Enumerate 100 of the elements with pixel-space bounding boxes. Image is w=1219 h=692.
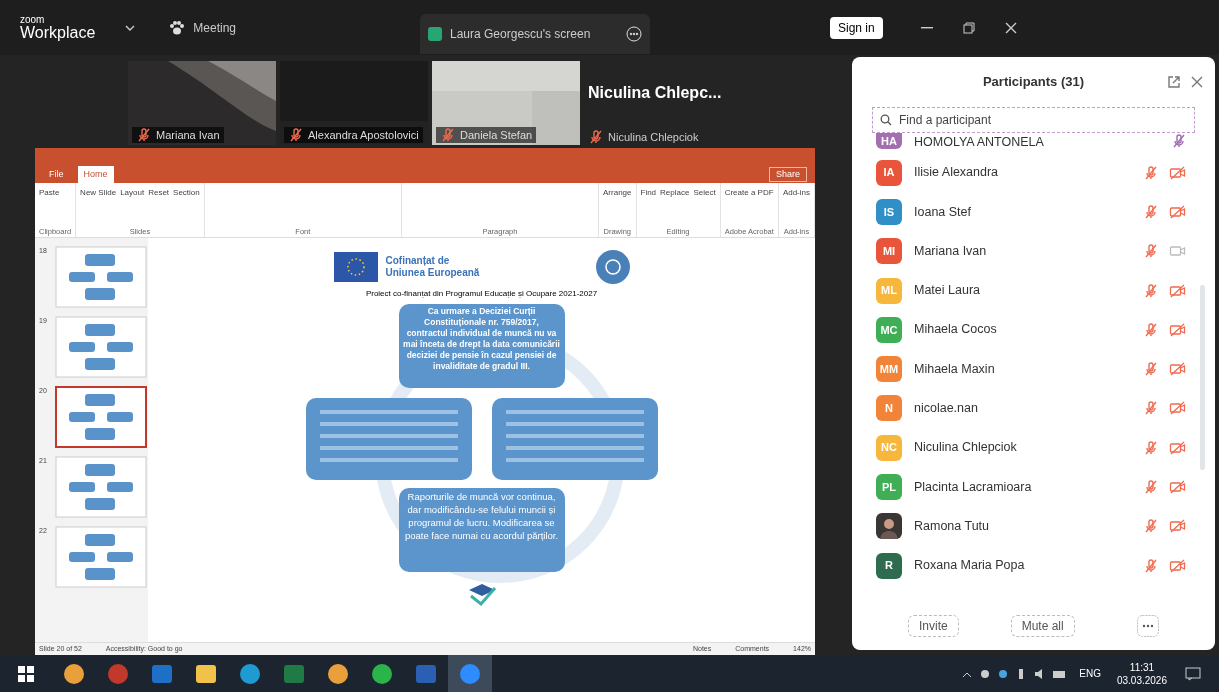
search-icon	[880, 114, 892, 126]
ribbon-button[interactable]: Reset	[148, 187, 170, 198]
participant-name: HOMOLYA ANTONELA	[914, 134, 1045, 151]
ribbon-button[interactable]: Arrange	[603, 187, 632, 198]
avatar: NC	[876, 434, 902, 461]
avatar: IS	[876, 198, 902, 225]
ribbon-button[interactable]: Find	[640, 187, 657, 198]
name-label: Alexandra Apostolovici	[284, 126, 423, 143]
app-icon	[459, 662, 481, 685]
ribbon-tab[interactable]: File	[43, 166, 70, 183]
app-icon	[107, 662, 129, 685]
name-label: Niculina Chlepciok	[588, 128, 744, 145]
notification-icon[interactable]	[1185, 666, 1201, 681]
windows-icon[interactable]	[18, 665, 34, 682]
participant-row[interactable]: PL Placinta Lacramioara	[852, 467, 1215, 507]
muted-mic-icon	[1143, 321, 1159, 338]
camera-off-icon	[1169, 401, 1187, 416]
search-field[interactable]: Find a participant	[872, 107, 1195, 133]
scrollbar[interactable]	[1200, 285, 1205, 470]
brand-caption: zoom	[20, 14, 46, 25]
muted-mic-icon	[1143, 400, 1159, 417]
participant-row[interactable]: MI Mariana Ivan	[852, 231, 1215, 271]
pop-out-icon[interactable]	[1167, 75, 1181, 89]
avatar: IA	[876, 159, 902, 186]
participant-name: Mihaela Cocos	[914, 321, 998, 339]
participant-row[interactable]: N nicolae.nan	[852, 388, 1215, 429]
app-icon	[327, 662, 349, 685]
participant-name: nicolae.nan	[914, 400, 979, 418]
app-icon	[195, 662, 217, 685]
restore-icon[interactable]	[962, 21, 975, 34]
muted-mic-icon	[1143, 439, 1159, 456]
muted-mic-icon	[1143, 282, 1159, 299]
muted-mic-icon	[588, 128, 604, 145]
slide-thumbnail[interactable]	[55, 386, 147, 448]
muted-mic-icon	[440, 126, 456, 143]
share-button[interactable]: Share	[768, 166, 807, 183]
participant-row[interactable]: HA HOMOLYA ANTONELA	[852, 133, 1215, 153]
logo-icon	[595, 250, 630, 284]
participant-name: Ioana Stef	[914, 203, 972, 221]
sign-in-button[interactable]: Sign in	[830, 16, 883, 39]
muted-mic-icon	[1143, 361, 1159, 378]
ribbon-button[interactable]: Select	[693, 187, 716, 198]
participant-name: Mihaela Maxin	[914, 360, 996, 378]
panel-title: Participants (31)	[982, 73, 1085, 92]
avatar	[876, 513, 902, 540]
participant-row[interactable]: ML Matei Laura	[852, 270, 1215, 311]
muted-mic-icon	[136, 126, 152, 143]
ribbon-tab[interactable]: Home	[77, 166, 114, 183]
ribbon-button[interactable]: Create a PDF	[724, 187, 774, 198]
app-icon	[371, 662, 393, 685]
language-indicator[interactable]: ENG	[1079, 666, 1101, 681]
participant-name: Matei Laura	[914, 282, 981, 300]
chevron-icon[interactable]	[125, 23, 136, 32]
avatar: R	[876, 552, 902, 579]
muted-mic-icon	[1143, 518, 1159, 535]
participant-row[interactable]: NC Niculina Chlepciok	[852, 428, 1215, 468]
avatar: ML	[876, 277, 902, 304]
eu-caption: Cofinanțat de Uniunea Europeană	[385, 255, 481, 279]
clock[interactable]: 11:31 03.03.2026	[1116, 660, 1167, 687]
participant-name: Placinta Lacramioara	[914, 478, 1033, 496]
participant-row[interactable]: IS Ioana Stef	[852, 192, 1215, 232]
ribbon-button[interactable]: Section	[173, 187, 200, 198]
muted-mic-icon	[1143, 479, 1159, 495]
muted-mic-icon	[1143, 203, 1159, 220]
participant-row[interactable]: IA Ilisie Alexandra	[852, 153, 1215, 193]
meeting-tab[interactable]: Meeting	[169, 18, 236, 37]
close-icon[interactable]	[1004, 21, 1017, 34]
avatar: HA	[876, 133, 902, 149]
ribbon-button[interactable]: Paste	[39, 187, 60, 198]
participant-row[interactable]: MM Mihaela Maxin	[852, 349, 1215, 389]
avatar: MM	[876, 356, 902, 383]
paw-icon	[169, 20, 186, 35]
ribbon-button[interactable]: New Slide	[80, 187, 117, 198]
ribbon-button[interactable]: Replace	[660, 187, 690, 198]
participant-row[interactable]: Ramona Tutu	[852, 506, 1215, 546]
share-screen-icon	[428, 26, 442, 41]
camera-off-icon	[1169, 558, 1187, 573]
ribbon-button[interactable]: Layout	[120, 187, 145, 198]
participant-row[interactable]: R Roxana Maria Popa	[852, 545, 1215, 586]
footer-button[interactable]: Mute all	[1010, 615, 1075, 637]
muted-mic-icon	[1171, 133, 1187, 149]
name-label: Daniela Stefan	[436, 126, 537, 143]
muted-mic-icon	[1143, 557, 1159, 574]
more-icon[interactable]	[1137, 615, 1159, 637]
participant-name: Ramona Tutu	[914, 517, 991, 535]
participant-name: Mariana Ivan	[914, 242, 988, 260]
camera-off-icon	[1169, 519, 1187, 534]
minimize-icon[interactable]	[920, 26, 933, 29]
share-tab[interactable]: Laura Georgescu's screen	[420, 13, 650, 54]
avatar: PL	[876, 474, 902, 500]
app-icon	[63, 662, 85, 685]
ribbon-button[interactable]: Add-ins	[782, 187, 810, 198]
app-icon	[283, 662, 305, 685]
footer-button[interactable]: Invite	[908, 615, 959, 637]
camera-off-icon	[1169, 165, 1187, 180]
muted-mic-icon	[288, 126, 304, 143]
diagram-box: Ca urmare a Deciziei Curții Constituționale nr. 759/2017, contractul individual de muncă nu va mai înceta de drept la data comunicării deciziei de pensie în cazul pensiei de invaliditate de gradul III.	[398, 304, 565, 388]
participant-row[interactable]: MC Mihaela Cocos	[852, 310, 1215, 350]
camera-off-icon	[1169, 322, 1187, 337]
more-icon[interactable]	[626, 25, 642, 42]
